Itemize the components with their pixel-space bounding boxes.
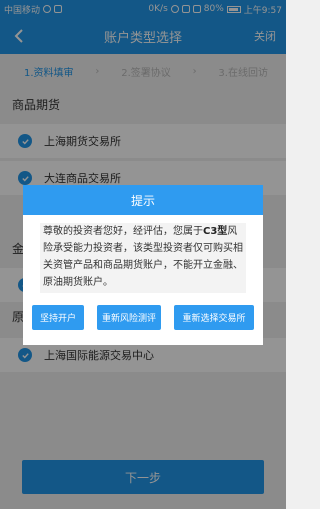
reselect-exchange-button[interactable]: 重新选择交易所: [174, 305, 254, 330]
dialog-actions: 坚持开户 重新风险测评 重新选择交易所: [23, 305, 263, 330]
retake-risk-test-button[interactable]: 重新风险测评: [97, 305, 161, 330]
risk-alert-dialog: 提示 尊敬的投资者您好，经评估，您属于C3型风险承受能力投资者，该类型投资者仅可…: [23, 185, 263, 345]
continue-opening-button[interactable]: 坚持开户: [32, 305, 84, 330]
dialog-message: 尊敬的投资者您好，经评估，您属于C3型风险承受能力投资者，该类型投资者仅可购买相…: [40, 223, 246, 293]
dialog-title: 提示: [23, 185, 263, 215]
risk-level-text: C3型: [203, 226, 228, 237]
dialog-message-text: 尊敬的投资者您好，经评估，您属于: [43, 226, 203, 237]
